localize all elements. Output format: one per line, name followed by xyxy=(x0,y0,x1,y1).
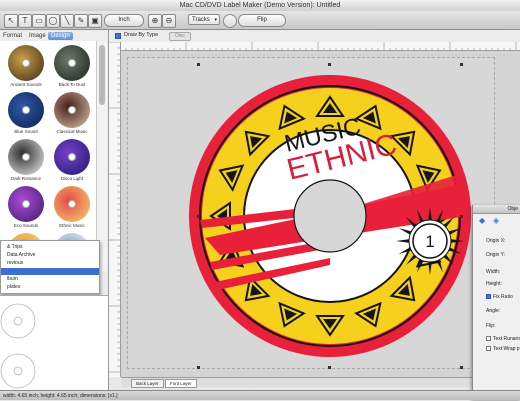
text-runaround-label: Text Runaro xyxy=(493,336,520,342)
style-icon[interactable]: ◆ xyxy=(479,216,485,225)
font-layer-tab[interactable]: Font Layer xyxy=(165,379,197,388)
status-text: width: 4.65 inch; height: 4.65 inch; dim… xyxy=(3,393,118,399)
flip-label: Flip: xyxy=(486,323,496,329)
text-wrap-checkbox[interactable] xyxy=(486,346,491,351)
inspector-header: Obje xyxy=(473,205,520,214)
angle-label: Angle: xyxy=(486,308,501,314)
text-wrap-label: Text Wrap p xyxy=(493,346,520,352)
track-number-text: 1 xyxy=(425,232,434,251)
text-runaround-checkbox[interactable] xyxy=(486,336,491,341)
fix-ratio-label: Fix Ratio xyxy=(493,294,513,300)
back-layer-tab[interactable]: Back Layer xyxy=(131,379,164,388)
origin-x-label: Origin X: xyxy=(486,238,506,244)
width-label: Width: xyxy=(486,269,501,275)
cd-center-hole xyxy=(293,179,367,253)
cd-label-artwork[interactable]: 1 MUSIC ETHNIC xyxy=(0,0,520,400)
height-label: Height: xyxy=(486,281,502,287)
fix-ratio-checkbox[interactable] xyxy=(486,294,491,299)
status-bar: width: 4.65 inch; height: 4.65 inch; dim… xyxy=(0,390,520,400)
layer-bar: Back Layer Font Layer xyxy=(121,377,520,388)
shadow-icon[interactable]: ◈ xyxy=(493,216,499,225)
object-inspector: Obje ◆ ◈ Origin X: Origin Y: Width: Heig… xyxy=(472,205,520,400)
origin-y-label: Origin Y: xyxy=(486,252,506,258)
